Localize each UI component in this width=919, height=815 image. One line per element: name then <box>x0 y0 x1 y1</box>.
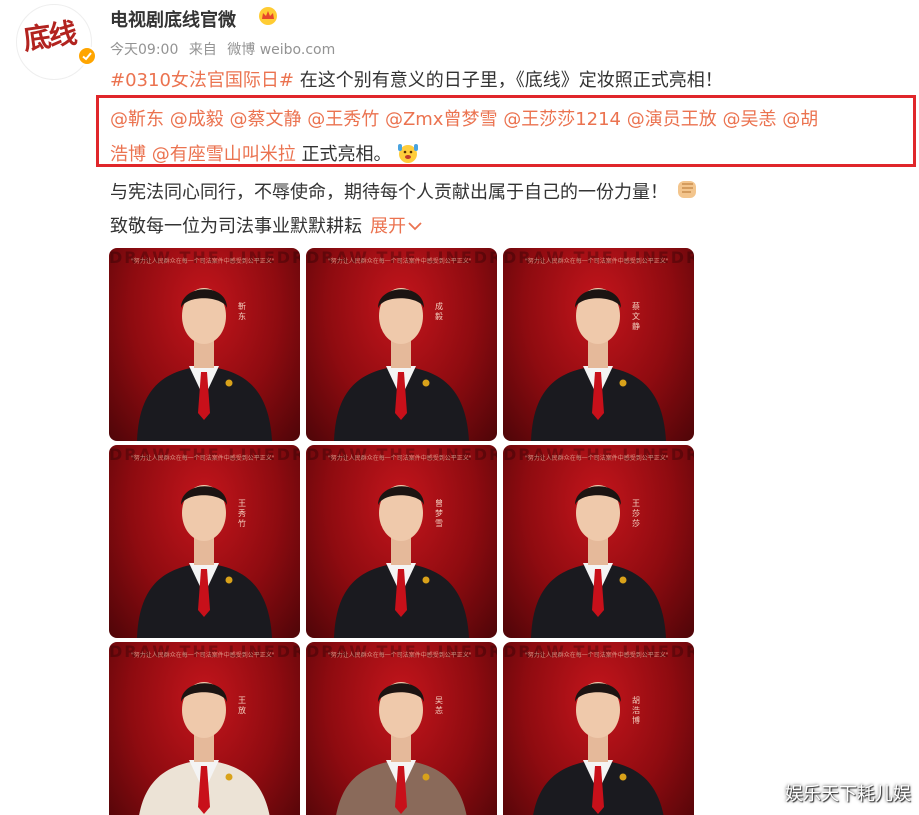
cast-name: 胡浩博 <box>632 696 640 725</box>
avatar[interactable]: 底线 <box>16 4 92 80</box>
cast-name: 王放 <box>238 696 246 715</box>
mention-link[interactable]: @王莎莎1214 <box>503 109 621 130</box>
username[interactable]: 电视剧底线官微 <box>110 6 236 32</box>
portrait-figure <box>139 682 270 815</box>
mention-link[interactable]: @演员王放 <box>627 109 717 130</box>
cast-name: 靳东 <box>238 302 246 321</box>
cast-photo[interactable]: DRAW THE LINEDRAW THE LINE"努力让人民群众在每一个司法… <box>503 445 694 638</box>
expand-button[interactable]: 展开 <box>370 216 422 237</box>
cast-name: 曾梦雪 <box>435 499 443 528</box>
source-prefix: 来自 <box>188 42 217 58</box>
cast-name: 王莎莎 <box>632 499 640 528</box>
mentions-line-2: 浩博 @有座雪山叫米拉 正式亮相。 <box>110 140 419 166</box>
post-text-line-4: 致敬每一位为司法事业默默耕耘 展开 <box>110 212 422 238</box>
cast-name: 成毅 <box>435 302 443 321</box>
cast-name: 吴恙 <box>435 696 443 715</box>
post-text-line-1: #0310女法官国际日# 在这个别有意义的日子里，《底线》定妆照正式亮相！ <box>110 66 723 92</box>
mention-link[interactable]: @有座雪山叫米拉 <box>152 144 296 165</box>
cheer-emoji-icon <box>397 142 419 164</box>
post-meta: 今天09:00 来自 微博 weibo.com <box>110 39 341 59</box>
mention-link[interactable]: @靳东 <box>110 109 164 130</box>
cast-photo[interactable]: DRAW THE LINEDRAW THE LINE"努力让人民群众在每一个司法… <box>109 445 300 638</box>
crown-icon[interactable] <box>258 6 278 26</box>
mentions-line-1: @靳东 @成毅 @蔡文静 @王秀竹 @Zmx曾梦雪 @王莎莎1214 @演员王放… <box>110 105 818 131</box>
cast-name: 王秀竹 <box>238 499 246 528</box>
portrait-figure <box>336 682 467 815</box>
cast-photo[interactable]: DRAW THE LINEDRAW THE LINE"努力让人民群众在每一个司法… <box>306 248 497 441</box>
post-source: 微博 weibo.com <box>227 42 336 58</box>
post-text-segment: 致敬每一位为司法事业默默耕耘 <box>110 216 362 237</box>
avatar-logo: 底线 <box>21 16 78 57</box>
portrait-figure <box>137 288 272 441</box>
post-text-line-3: 与宪法同心同行，不辱使命，期待每个人贡献出属于自己的一份力量！ <box>110 176 700 204</box>
cast-photo[interactable]: DRAW THE LINEDRAW THE LINE"努力让人民群众在每一个司法… <box>503 642 694 815</box>
expand-label: 展开 <box>370 216 406 237</box>
hashtag-link[interactable]: #0310女法官国际日# <box>110 70 294 91</box>
mention-link[interactable]: @成毅 <box>170 109 224 130</box>
portrait-figure <box>531 485 666 638</box>
portrait-figure <box>137 485 272 638</box>
watermark: 娱乐天下耗儿娱 <box>785 784 911 805</box>
cast-photo[interactable]: DRAW THE LINEDRAW THE LINE"努力让人民群众在每一个司法… <box>109 642 300 815</box>
fist-emoji-icon <box>674 176 700 202</box>
mention-link[interactable]: @胡 <box>782 109 818 130</box>
mention-link[interactable]: @王秀竹 <box>307 109 379 130</box>
post-text-segment: 在这个别有意义的日子里，《底线》定妆照正式亮相！ <box>293 70 723 91</box>
cast-photo[interactable]: DRAW THE LINEDRAW THE LINE"努力让人民群众在每一个司法… <box>306 445 497 638</box>
cast-name: 蔡文静 <box>632 302 640 331</box>
post-time[interactable]: 今天09:00 <box>110 42 178 58</box>
cast-photo[interactable]: DRAW THE LINEDRAW THE LINE"努力让人民群众在每一个司法… <box>503 248 694 441</box>
cast-photo[interactable]: DRAW THE LINEDRAW THE LINE"努力让人民群众在每一个司法… <box>109 248 300 441</box>
cast-photo[interactable]: DRAW THE LINEDRAW THE LINE"努力让人民群众在每一个司法… <box>306 642 497 815</box>
chevron-down-icon <box>408 222 422 231</box>
mention-link[interactable]: @吴恙 <box>722 109 776 130</box>
portrait-figure <box>533 682 664 815</box>
portrait-figure <box>334 485 469 638</box>
post-text-segment: 与宪法同心同行，不辱使命，期待每个人贡献出属于自己的一份力量！ <box>110 182 668 203</box>
mention-link[interactable]: @蔡文静 <box>229 109 301 130</box>
verified-badge-icon <box>77 46 97 66</box>
post-text-segment: 正式亮相。 <box>295 144 392 165</box>
mention-link[interactable]: 浩博 <box>110 144 146 165</box>
portrait-figure <box>334 288 469 441</box>
mention-link[interactable]: @Zmx曾梦雪 <box>385 109 498 130</box>
portrait-figure <box>531 288 666 441</box>
